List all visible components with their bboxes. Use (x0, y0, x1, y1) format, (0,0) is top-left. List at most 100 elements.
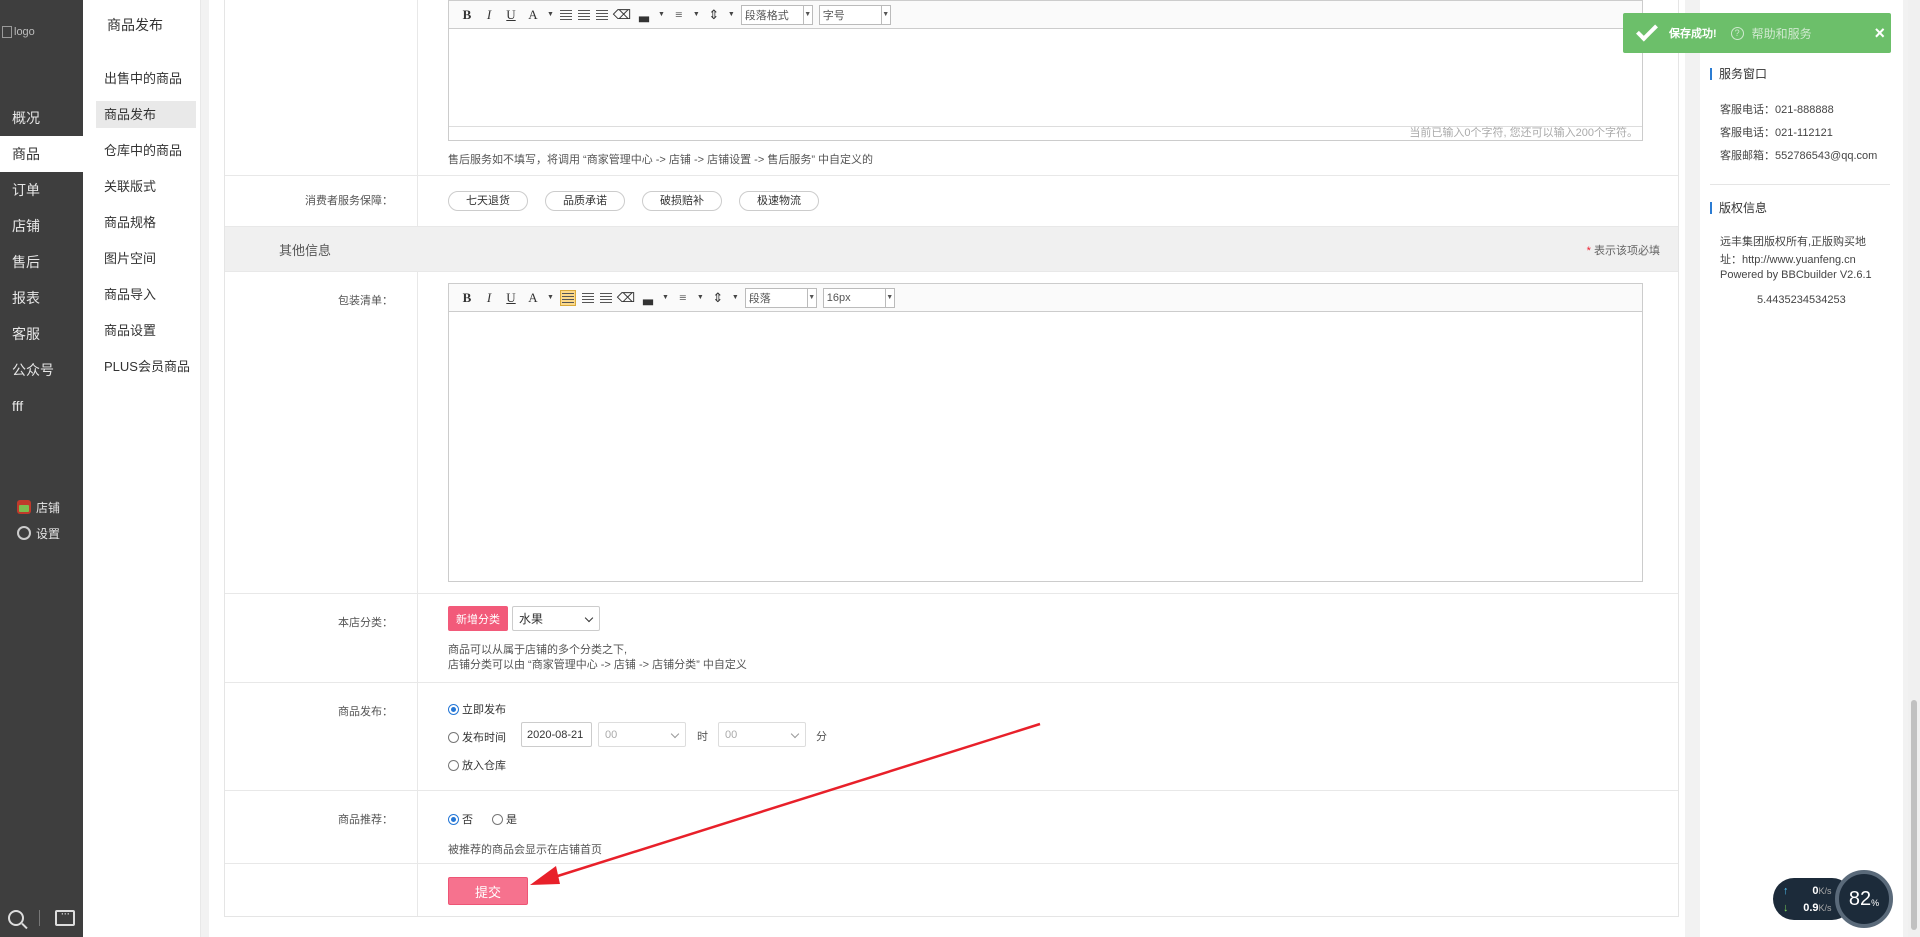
shop-category-row: 本店分类： 新增分类 水果 商品可以从属于店铺的多个分类之下, 店铺分类可以由 … (225, 594, 1678, 683)
editor-body[interactable] (449, 312, 1642, 581)
publish-now-option[interactable]: 立即发布 (448, 701, 506, 717)
align-right-icon[interactable] (599, 292, 612, 303)
align-right-icon[interactable] (595, 9, 608, 20)
broken-image-icon (2, 26, 12, 38)
sidebar-item-goods[interactable]: 商品 (0, 136, 83, 172)
sidebar-item-overview[interactable]: 概况 (0, 100, 83, 136)
font-size-select[interactable]: 16px ▼ (822, 287, 895, 308)
publish-time-option[interactable]: 发布时间 (448, 729, 506, 745)
paragraph-format-select[interactable]: 段落 ▼ (744, 287, 817, 308)
sidebar-item-customer-service[interactable]: 客服 (0, 316, 83, 352)
put-in-warehouse-option[interactable]: 放入仓库 (448, 757, 506, 773)
recommend-yes-option[interactable]: 是 (492, 811, 517, 827)
align-left-button[interactable] (559, 289, 576, 306)
subnav-item-image-space[interactable]: 图片空间 (96, 245, 196, 272)
caret-icon: ▼ (731, 294, 739, 301)
chevron-down-icon (670, 729, 680, 739)
help-link[interactable]: ? 帮助和服务 (1730, 25, 1812, 42)
guarantee-tag-damage[interactable]: 破损赔补 (642, 191, 722, 211)
divider (38, 910, 40, 926)
required-note: * 表示该项必填 (1586, 245, 1660, 257)
copyright-title: 版权信息 (1710, 202, 1767, 214)
sidebar-item-fff[interactable]: fff (0, 388, 83, 424)
sidebar-item-orders[interactable]: 订单 (0, 172, 83, 208)
main-content: B I U A ▼ ⌫ ▃ ▼ ≡ ▼ ⇕ ▼ 段落格式 ▼ 字号 ▼ 当前已输… (209, 0, 1685, 937)
highlight-icon[interactable]: ▃ (640, 290, 656, 306)
font-color-button[interactable]: A (525, 290, 541, 306)
other-info-section-header: 其他信息 * 表示该项必填 (225, 227, 1678, 272)
guarantee-tag-quality[interactable]: 品质承诺 (545, 191, 625, 211)
paragraph-spacing-icon[interactable]: ≡ (675, 290, 691, 306)
eraser-icon[interactable]: ⌫ (613, 7, 631, 23)
sidebar-item-reports[interactable]: 报表 (0, 280, 83, 316)
guarantee-tag-return[interactable]: 七天退货 (448, 191, 528, 211)
italic-button[interactable]: I (481, 290, 497, 306)
paragraph-spacing-icon[interactable]: ≡ (671, 7, 687, 23)
copyright-line-1: 远丰集团版权所有,正版购买地 (1720, 236, 1867, 248)
bold-button[interactable]: B (459, 290, 475, 306)
sidebar-item-after-sales[interactable]: 售后 (0, 244, 83, 280)
radio-checked[interactable] (448, 813, 459, 825)
category-select[interactable]: 水果 (512, 606, 600, 631)
publish-date-input[interactable]: 2020-08-21 (521, 722, 592, 747)
highlight-icon[interactable]: ▃ (636, 7, 652, 23)
radio-checked[interactable] (448, 703, 459, 715)
after-sales-note: 售后服务如不填写，将调用 “商家管理中心 -> 店铺 -> 店铺设置 -> 售后… (448, 154, 874, 166)
subnav-item-warehouse[interactable]: 仓库中的商品 (96, 137, 196, 164)
eraser-icon[interactable]: ⌫ (617, 290, 635, 306)
subnav-item-related-layout[interactable]: 关联版式 (96, 173, 196, 200)
shop-link[interactable]: 店铺 (17, 494, 60, 520)
shop-icon (17, 500, 31, 514)
radio-unchecked[interactable] (448, 759, 459, 771)
submit-row: 提交 (225, 864, 1678, 916)
close-icon[interactable]: × (1874, 23, 1885, 44)
publish-hour-select[interactable]: 00 (598, 722, 686, 747)
font-size-select[interactable]: 字号 ▼ (818, 4, 891, 25)
line-height-icon[interactable]: ⇕ (710, 290, 726, 306)
subnav-item-spec[interactable]: 商品规格 (96, 209, 196, 236)
guarantee-tag-express[interactable]: 极速物流 (739, 191, 819, 211)
chat-icon[interactable] (55, 906, 76, 926)
service-phone-1: 客服电话：021-888888 (1720, 104, 1834, 116)
caret-icon: ▼ (547, 294, 554, 301)
add-category-button[interactable]: 新增分类 (448, 606, 508, 631)
italic-button[interactable]: I (481, 7, 497, 23)
line-height-icon[interactable]: ⇕ (706, 7, 722, 23)
underline-button[interactable]: U (503, 290, 519, 306)
radio-unchecked[interactable] (448, 731, 459, 743)
underline-button[interactable]: U (503, 7, 519, 23)
align-center-icon[interactable] (577, 9, 590, 20)
align-center-icon[interactable] (581, 292, 594, 303)
shop-category-label: 本店分类： (225, 594, 418, 682)
caret-icon: ▼ (657, 11, 665, 18)
logo: logo (2, 24, 42, 40)
subnav-item-import[interactable]: 商品导入 (96, 281, 196, 308)
version-number: 5.4435234534253 (1757, 294, 1846, 306)
category-note-2: 店铺分类可以由 “商家管理中心 -> 店铺 -> 店铺分类” 中自定义 (448, 659, 747, 671)
subnav-item-settings[interactable]: 商品设置 (96, 317, 196, 344)
subnav-item-on-sale[interactable]: 出售中的商品 (96, 65, 196, 92)
radio-unchecked[interactable] (492, 813, 503, 825)
publish-minute-select[interactable]: 00 (718, 722, 806, 747)
subnav-item-plus[interactable]: PLUS会员商品 (96, 353, 196, 380)
bold-button[interactable]: B (459, 7, 475, 23)
editor-body[interactable] (449, 29, 1642, 126)
help-icon: ? (1730, 26, 1744, 40)
scrollbar-thumb[interactable] (1911, 700, 1917, 930)
sidebar-item-official-account[interactable]: 公众号 (0, 352, 83, 388)
submit-button[interactable]: 提交 (448, 877, 528, 905)
after-sales-row: B I U A ▼ ⌫ ▃ ▼ ≡ ▼ ⇕ ▼ 段落格式 ▼ 字号 ▼ 当前已输… (225, 0, 1678, 176)
search-icon[interactable] (7, 910, 24, 926)
network-speed-widget[interactable]: ↑ 0K/s ↓ 0.9K/s 82% (1773, 870, 1894, 928)
sidebar-item-shop[interactable]: 店铺 (0, 208, 83, 244)
align-left-icon[interactable] (559, 9, 572, 20)
paragraph-format-select[interactable]: 段落格式 ▼ (740, 4, 813, 25)
toast-message: 保存成功! (1669, 28, 1717, 40)
settings-link[interactable]: 设置 (17, 520, 60, 546)
page-scrollbar[interactable] (1908, 0, 1920, 937)
font-color-button[interactable]: A (525, 7, 541, 23)
recommend-no-option[interactable]: 否 (448, 811, 473, 827)
service-phone-2: 客服电话：021-112121 (1720, 127, 1833, 139)
subnav-item-publish[interactable]: 商品发布 (96, 101, 196, 128)
main-sidebar: logo 概况 商品 订单 店铺 售后 报表 客服 公众号 fff 店铺 设置 (0, 0, 83, 937)
